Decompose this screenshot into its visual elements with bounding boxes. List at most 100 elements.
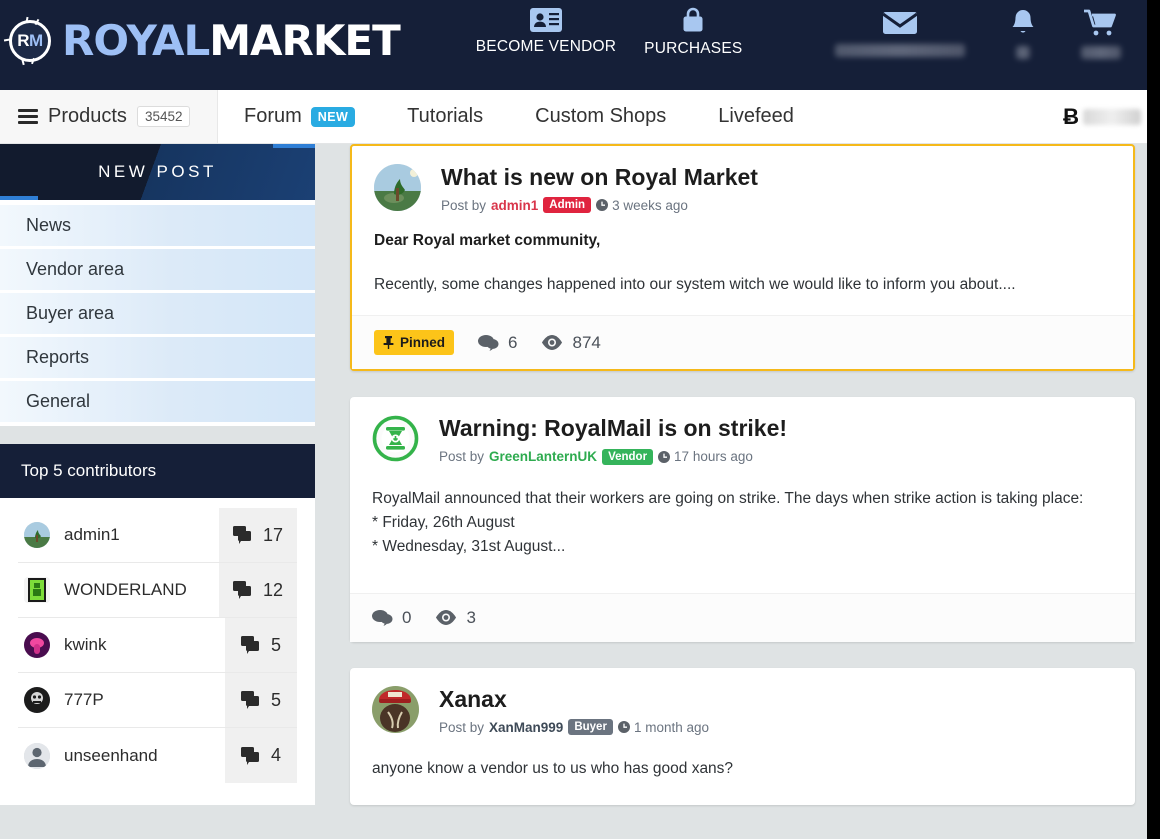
nav-link-forum[interactable]: Forum NEW [218, 90, 381, 143]
count-value: 12 [262, 579, 283, 600]
pinned-label: Pinned [400, 335, 446, 351]
nav-btc-price: Ƀ [1063, 90, 1147, 143]
contributor-name: unseenhand [64, 745, 158, 765]
sidebar-item-reports[interactable]: Reports [0, 337, 315, 381]
nav-link-label: Tutorials [407, 105, 484, 127]
pin-icon [383, 336, 394, 350]
post-line: RoyalMail announced that their workers a… [372, 489, 1084, 507]
post-author-role-badge: Admin [543, 197, 592, 214]
header-right-group [813, 0, 1147, 59]
post-footer: 0 3 [350, 592, 1135, 642]
category-list: News Vendor area Buyer area Reports Gene… [0, 200, 315, 426]
main-navbar: Products 35452 Forum NEW Tutorials Custo… [0, 90, 1147, 144]
avatar [24, 577, 50, 603]
post-card[interactable]: What is new on Royal Market Post by admi… [350, 144, 1135, 372]
avatar [372, 415, 419, 463]
contributor-name: 777P [64, 690, 104, 709]
header-notifications-button[interactable] [987, 0, 1059, 59]
post-meta: Post by XanMan999 Buyer 1 month ago [439, 719, 1113, 736]
comments-icon [240, 691, 259, 709]
header-cart-value [1081, 46, 1121, 59]
contributor-row[interactable]: WONDERLAND 12 [18, 563, 297, 618]
post-title[interactable]: Warning: RoyalMail is on strike! [439, 415, 1113, 441]
comments-icon [240, 636, 259, 654]
contributor-row[interactable]: unseenhand 4 [18, 728, 297, 783]
contributor-name: WONDERLAND [64, 580, 187, 599]
contributor-row[interactable]: admin1 17 [18, 508, 297, 563]
top-contributors-title: Top 5 contributors [0, 444, 315, 498]
top-contributors-list: admin1 17 WONDERLAND 12 kwink 5 777P 5 u… [0, 498, 315, 805]
post-line: * Friday, 26th August [372, 513, 515, 531]
post-time: 17 hours ago [658, 449, 753, 464]
site-header: RM ROYALMARKET BECOME VENDOR PURCHASES [0, 0, 1147, 90]
nav-link-tutorials[interactable]: Tutorials [381, 90, 509, 143]
nav-links: Forum NEW Tutorials Custom Shops Livefee… [218, 90, 820, 143]
bitcoin-icon: Ƀ [1063, 103, 1079, 129]
post-footer: Pinned 6 874 [352, 315, 1133, 370]
sidebar-item-buyer-area[interactable]: Buyer area [0, 293, 315, 337]
header-item-label: BECOME VENDOR [475, 38, 617, 55]
post-time-text: 1 month ago [633, 719, 709, 735]
comments-count: 0 [402, 607, 412, 627]
contributor-post-count: 4 [225, 728, 297, 783]
header-messages-button[interactable] [813, 0, 987, 57]
post-author[interactable]: admin1 [491, 198, 538, 213]
nav-products-button[interactable]: Products 35452 [0, 90, 218, 143]
post-views-stat: 3 [435, 608, 476, 628]
count-value: 5 [270, 634, 281, 655]
header-item-label: PURCHASES [644, 40, 743, 57]
post-views-stat: 874 [541, 332, 601, 353]
post-time-text: 17 hours ago [674, 449, 753, 465]
contributor-row[interactable]: kwink 5 [18, 618, 297, 673]
comments-icon [240, 746, 259, 765]
post-comments-stat[interactable]: 6 [478, 333, 517, 353]
avatar [24, 632, 50, 658]
contributor-post-count: 5 [225, 618, 297, 672]
views-count: 874 [572, 332, 601, 352]
royal-market-logo-icon: RM [3, 16, 54, 66]
shopping-bag-icon [678, 6, 708, 36]
header-cart-button[interactable] [1059, 0, 1143, 59]
post-title[interactable]: What is new on Royal Market [441, 164, 1111, 190]
logo-mark-m: M [29, 31, 43, 50]
sidebar-item-news[interactable]: News [0, 205, 315, 249]
header-item-become-vendor[interactable]: BECOME VENDOR [462, 0, 630, 56]
nav-link-label: Custom Shops [535, 105, 667, 127]
site-logo[interactable]: RM ROYALMARKET [3, 0, 401, 78]
header-messages-value [835, 44, 965, 57]
post-meta: Post by GreenLanternUK Vendor 17 hours a… [439, 448, 1113, 465]
logo-word-market: MARKET [209, 16, 401, 65]
header-item-purchases[interactable]: PURCHASES [630, 0, 756, 58]
post-title[interactable]: Xanax [439, 686, 1113, 712]
nav-link-label: Livefeed [718, 105, 794, 127]
page-viewport: RM ROYALMARKET BECOME VENDOR PURCHASES P… [0, 0, 1147, 839]
sidebar-item-general[interactable]: General [0, 381, 315, 422]
post-body: Dear Royal market community, Recently, s… [352, 213, 1133, 301]
nav-link-livefeed[interactable]: Livefeed [692, 90, 820, 143]
envelope-icon [880, 8, 920, 36]
new-post-button[interactable]: NEW POST [0, 144, 315, 200]
contributor-post-count: 17 [218, 508, 297, 562]
eye-icon [542, 335, 563, 351]
green-lantern-icon [372, 416, 419, 462]
post-card[interactable]: Xanax Post by XanMan999 Buyer 1 month ag… [350, 667, 1135, 806]
avatar [24, 687, 50, 713]
sidebar-item-vendor-area[interactable]: Vendor area [0, 249, 315, 293]
post-author[interactable]: XanMan999 [489, 720, 563, 735]
post-card[interactable]: Warning: RoyalMail is on strike! Post by… [350, 397, 1135, 642]
post-by-label: Post by [441, 197, 487, 213]
contributor-row[interactable]: 777P 5 [18, 673, 297, 728]
post-body: RoyalMail announced that their workers a… [350, 465, 1135, 563]
nav-products-label: Products [48, 105, 127, 127]
post-comments-stat[interactable]: 0 [372, 608, 411, 628]
nav-forum-new-badge: NEW [310, 106, 356, 127]
hamburger-menu-icon [18, 109, 38, 124]
category-label: Reports [26, 347, 90, 367]
post-author[interactable]: GreenLanternUK [489, 449, 597, 464]
post-line: anyone know a vendor us to us who has go… [372, 760, 734, 778]
post-line: Recently, some changes happened into our… [374, 276, 1016, 294]
post-author-role-badge: Vendor [602, 448, 654, 465]
nav-link-custom-shops[interactable]: Custom Shops [509, 90, 692, 143]
comment-icon [372, 610, 393, 627]
post-time: 1 month ago [617, 719, 709, 735]
